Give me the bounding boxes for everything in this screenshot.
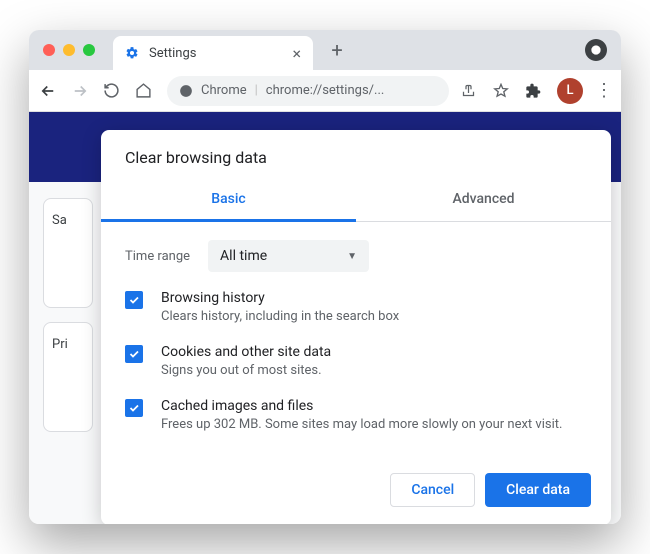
option-desc: Signs you out of most sites. — [161, 362, 331, 380]
traffic-lights — [43, 44, 95, 56]
minimize-window-icon[interactable] — [63, 44, 75, 56]
option-desc: Frees up 302 MB. Some sites may load mor… — [161, 416, 562, 434]
extensions-icon[interactable] — [525, 83, 545, 99]
checkbox-cached-files[interactable] — [125, 399, 143, 417]
cancel-button[interactable]: Cancel — [390, 473, 475, 507]
clear-data-button[interactable]: Clear data — [485, 473, 591, 507]
chevron-down-icon: ▼ — [347, 251, 357, 262]
forward-button[interactable] — [71, 82, 91, 100]
time-range-value: All time — [220, 248, 267, 264]
gear-icon — [125, 46, 139, 60]
dialog-tabs: Basic Advanced — [101, 179, 611, 222]
option-browsing-history: Browsing history Clears history, includi… — [125, 290, 587, 326]
close-window-icon[interactable] — [43, 44, 55, 56]
omnibox-url: chrome://settings/... — [266, 83, 385, 98]
omnibox[interactable]: Chrome | chrome://settings/... — [167, 76, 449, 106]
avatar-letter: L — [566, 83, 573, 98]
kebab-menu-icon[interactable]: ⋮ — [595, 80, 611, 101]
omnibox-separator: | — [255, 83, 258, 98]
time-range-row: Time range All time ▼ — [125, 240, 587, 272]
chrome-icon — [179, 84, 193, 98]
option-cached-files: Cached images and files Frees up 302 MB.… — [125, 398, 587, 434]
omnibox-prefix: Chrome — [201, 83, 247, 98]
reload-button[interactable] — [103, 82, 123, 99]
tab-basic[interactable]: Basic — [101, 179, 356, 222]
bookmark-icon[interactable] — [493, 83, 513, 99]
profile-avatar[interactable]: L — [557, 78, 583, 104]
time-range-select[interactable]: All time ▼ — [208, 240, 369, 272]
bg-card-2: Pri — [43, 322, 93, 432]
bg-card-1: Sa — [43, 198, 93, 308]
home-button[interactable] — [135, 82, 155, 99]
option-title: Browsing history — [161, 290, 399, 306]
titlebar: Settings × + — [29, 30, 621, 70]
clear-browsing-data-dialog: Clear browsing data Basic Advanced Time … — [101, 130, 611, 524]
incognito-icon[interactable] — [585, 39, 607, 61]
checkbox-browsing-history[interactable] — [125, 291, 143, 309]
new-tab-button[interactable]: + — [323, 38, 351, 62]
dialog-actions: Cancel Clear data — [101, 463, 611, 524]
toolbar: Chrome | chrome://settings/... L ⋮ — [29, 70, 621, 112]
tab-title: Settings — [149, 46, 282, 61]
maximize-window-icon[interactable] — [83, 44, 95, 56]
dialog-body: Time range All time ▼ Browsing history C… — [101, 222, 611, 463]
browser-tab[interactable]: Settings × — [113, 36, 313, 70]
back-button[interactable] — [39, 82, 59, 100]
option-title: Cookies and other site data — [161, 344, 331, 360]
share-icon[interactable] — [461, 83, 481, 98]
checkbox-cookies[interactable] — [125, 345, 143, 363]
time-range-label: Time range — [125, 249, 190, 264]
option-cookies: Cookies and other site data Signs you ou… — [125, 344, 587, 380]
option-title: Cached images and files — [161, 398, 562, 414]
tab-advanced[interactable]: Advanced — [356, 179, 611, 221]
dialog-title: Clear browsing data — [101, 130, 611, 179]
option-desc: Clears history, including in the search … — [161, 308, 399, 326]
browser-window: Settings × + Chrome | chrome — [29, 30, 621, 524]
close-tab-icon[interactable]: × — [292, 44, 301, 63]
